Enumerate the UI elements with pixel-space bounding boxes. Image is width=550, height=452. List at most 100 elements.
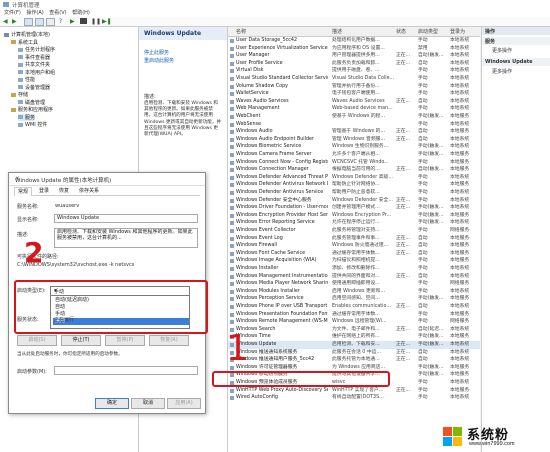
cancel-button[interactable]: 取消 bbox=[131, 398, 165, 409]
service-row[interactable]: Windows Event Collector 此服务将管理对支持... 手动 网络服… bbox=[228, 227, 480, 235]
back-arrow-icon[interactable]: ◀ bbox=[3, 18, 10, 25]
tab-dependencies[interactable]: 依存关系 bbox=[76, 187, 102, 195]
service-row[interactable]: Windows Connect Now - Config Registrar WC… bbox=[228, 159, 480, 167]
service-row[interactable]: Windows Error Reporting Service 允许在程序停止运行… bbox=[228, 219, 480, 227]
service-row[interactable]: Windows Modules Installer 启用 Windows 更新和.… bbox=[228, 288, 480, 296]
service-row[interactable]: Visual Studio Standard Collector Service… bbox=[228, 75, 480, 83]
display-name-field[interactable]: Windows Update bbox=[54, 214, 198, 223]
service-row[interactable]: User Data Storage_5cc42 处理结构化用户数据... 手动 本地系… bbox=[228, 37, 480, 45]
tab-recovery[interactable]: 恢复 bbox=[56, 187, 72, 195]
gear-icon bbox=[230, 267, 234, 271]
service-row[interactable]: Windows Audio 管理基于 Windows 的... 正在... 自动 本地服… bbox=[228, 128, 480, 136]
service-row[interactable]: Windows Biometric Service Windows 生物识别服务.… bbox=[228, 143, 480, 151]
column-description[interactable]: 描述 bbox=[332, 28, 342, 35]
start-params-input[interactable] bbox=[54, 366, 198, 375]
service-row[interactable]: Windows Image Acquisition (WIA) 为扫描仪和照相机提… bbox=[228, 257, 480, 265]
tree-item[interactable]: 系统工具 bbox=[11, 39, 38, 46]
service-row[interactable]: Windows Connection Manager 根据电脑当前可用的... 正在… bbox=[228, 166, 480, 174]
menu-help[interactable]: 帮助(H) bbox=[72, 9, 90, 16]
service-row[interactable]: Virtual Disk 提供用于磁盘、卷、... 手动 本地系统 bbox=[228, 67, 480, 75]
service-row[interactable]: Windows 推送通知用户服务_5cc42 此服务托管为本地通... 正在... 自… bbox=[228, 356, 480, 364]
up-folder-icon[interactable] bbox=[24, 18, 33, 26]
stop-button[interactable]: 停止(T) bbox=[61, 335, 101, 346]
column-name[interactable]: 名称 bbox=[236, 28, 246, 35]
service-row[interactable]: WalletService 电子钱包客户端使用... 手动 本地系统 bbox=[228, 90, 480, 98]
service-row[interactable]: Windows Defender Antivirus Service 帮助用户防止… bbox=[228, 189, 480, 197]
service-logon-cell: 本地服务 bbox=[450, 311, 470, 317]
service-row[interactable]: Windows Defender Antivirus Network Ins..… bbox=[228, 181, 480, 189]
tree-item[interactable]: 计算机管理(本地) bbox=[4, 31, 50, 38]
properties-icon[interactable] bbox=[46, 18, 55, 26]
column-startup-type[interactable]: 启动类型 bbox=[418, 28, 438, 35]
tree-item[interactable]: 服务和应用程序 bbox=[11, 106, 53, 113]
resume-button[interactable]: 恢复(R) bbox=[149, 335, 189, 346]
menu-view[interactable]: 查看(V) bbox=[49, 9, 66, 16]
more-actions-services[interactable]: 更多操作 bbox=[492, 47, 512, 54]
service-row[interactable]: Windows Audio Endpoint Builder 管理 Windows… bbox=[228, 136, 480, 144]
service-row[interactable]: Windows Presentation Foundation Font C..… bbox=[228, 311, 480, 319]
start-service-icon[interactable]: ▶ bbox=[70, 18, 77, 25]
service-row[interactable]: Windows Search 为文件、电子邮件和... 正在... 自动(延迟... 本… bbox=[228, 326, 480, 334]
menu-file[interactable]: 文件(F) bbox=[4, 9, 21, 16]
actions-group-windows-update[interactable]: Windows Update bbox=[482, 58, 550, 66]
service-row[interactable]: Wired AutoConfig 有线自动配置(DOT3S... 手动 本地系统 bbox=[228, 394, 480, 402]
service-row[interactable]: Windows Camera Frame Server 允许多个客户端从相... 手… bbox=[228, 151, 480, 159]
service-row[interactable]: Windows Remote Management (WS-Mana... Win… bbox=[228, 318, 480, 326]
apply-button[interactable]: 应用(A) bbox=[167, 398, 201, 409]
service-row[interactable]: Windows Encryption Provider Host Service… bbox=[228, 212, 480, 220]
service-row[interactable]: Windows Phone IP over USB Transport (I..… bbox=[228, 303, 480, 311]
service-row[interactable]: Windows Installer 添加、修改和删除作... 手动 本地系统 bbox=[228, 265, 480, 273]
more-actions-windows-update[interactable]: 更多操作 bbox=[492, 68, 512, 75]
service-row[interactable]: Windows Defender 安全中心服务 Windows Defender … bbox=[228, 197, 480, 205]
service-row[interactable]: Windows Firewall Windows 防火墙通过阻... 正在... 自动… bbox=[228, 242, 480, 250]
help-icon[interactable]: ? bbox=[57, 18, 64, 25]
service-row[interactable]: WinHTTP Web Proxy Auto-Discovery Service… bbox=[228, 387, 480, 395]
service-row[interactable]: WebClient 使基于 Windows 的程... 手动(触发... 本地服务 bbox=[228, 113, 480, 121]
stop-service-link[interactable]: 停止此服务 bbox=[144, 49, 169, 56]
actions-group-services[interactable]: 服务 bbox=[482, 37, 550, 45]
service-row[interactable]: Windows Perception Service 启用空间感知、空间... 手动… bbox=[228, 295, 480, 303]
tree-item[interactable]: WMI 控件 bbox=[18, 121, 47, 128]
service-row[interactable]: User Manager 用户管理器提供多用... 正在... 自动(触发... 本地系… bbox=[228, 52, 480, 60]
service-row[interactable]: Volume Shadow Copy 管理并执行用于备份... 手动 本地系统 bbox=[228, 83, 480, 91]
service-row[interactable]: Windows Font Cache Service 通过缓存常用字体数... 正在… bbox=[228, 250, 480, 258]
column-log-on-as[interactable]: 登录为 bbox=[450, 28, 465, 35]
start-button[interactable]: 启动(S) bbox=[17, 335, 57, 346]
forward-arrow-icon[interactable]: ▶ bbox=[12, 18, 19, 25]
ok-button[interactable]: 确定 bbox=[95, 398, 129, 409]
tree-item[interactable]: 服务 bbox=[18, 113, 36, 121]
pause-button[interactable]: 暂停(P) bbox=[105, 335, 145, 346]
tree-item[interactable]: 性能 bbox=[18, 76, 35, 83]
stop-service-icon[interactable] bbox=[80, 18, 87, 24]
service-row[interactable]: Windows Event Log 此服务管理事件和事... 正在... 自动 本地服务 bbox=[228, 235, 480, 243]
tree-item[interactable]: 共享文件夹 bbox=[18, 61, 50, 68]
service-row[interactable]: Waves Audio Services Waves Audio Services… bbox=[228, 98, 480, 106]
service-row[interactable]: Windows Driver Foundation - User-mode ..… bbox=[228, 204, 480, 212]
service-row[interactable]: WebSense 手动 本地系统 bbox=[228, 121, 480, 129]
tree-item[interactable]: 磁盘管理 bbox=[18, 99, 45, 106]
console-tree-icon[interactable] bbox=[35, 18, 44, 26]
pause-service-icon[interactable]: ❚❚ bbox=[91, 18, 101, 25]
restart-service-icon[interactable]: ▶❚ bbox=[102, 18, 112, 25]
column-status[interactable]: 状态 bbox=[396, 28, 406, 35]
service-row[interactable]: Windows Management Instrumentation 提供共同的界… bbox=[228, 273, 480, 281]
service-row[interactable]: Windows Media Player Network Sharing ...… bbox=[228, 280, 480, 288]
service-name-cell: Windows Connect Now - Config Registrar bbox=[236, 159, 328, 165]
service-row[interactable]: Windows Defender Advanced Threat Prot...… bbox=[228, 174, 480, 182]
menu-action[interactable]: 操作(A) bbox=[26, 9, 43, 16]
service-row[interactable]: User Profile Service 此服务负责加载和卸... 正在... 自动 本… bbox=[228, 60, 480, 68]
restart-service-link[interactable]: 重启动此服务 bbox=[144, 57, 174, 64]
tree-item[interactable]: 任务计划程序 bbox=[18, 46, 55, 53]
service-row[interactable]: Windows Time 维护在网络上的所有... 手动(触发... 本地服务 bbox=[228, 333, 480, 341]
service-row[interactable]: Windows 推送通知系统服务 此服务在会话 0 中运... 正在... 自动 本地系… bbox=[228, 349, 480, 357]
tree-item[interactable]: 本地用户和组 bbox=[18, 69, 55, 76]
service-row[interactable]: Web Management Web-based device man... 手动 本… bbox=[228, 105, 480, 113]
tree-item[interactable]: 存储 bbox=[11, 91, 28, 98]
service-row[interactable]: Windows Update 启用检测、下载和安... 正在... 手动(触发... 本… bbox=[228, 341, 480, 349]
tree-item[interactable]: 设备管理器 bbox=[18, 84, 50, 91]
tab-general[interactable]: 常规 bbox=[14, 187, 33, 196]
close-icon[interactable]: ✕ bbox=[15, 176, 200, 182]
tab-logon[interactable]: 登录 bbox=[36, 187, 52, 195]
service-row[interactable]: User Experience Virtualization Service 为应… bbox=[228, 45, 480, 53]
tree-item[interactable]: 事件查看器 bbox=[18, 54, 50, 61]
